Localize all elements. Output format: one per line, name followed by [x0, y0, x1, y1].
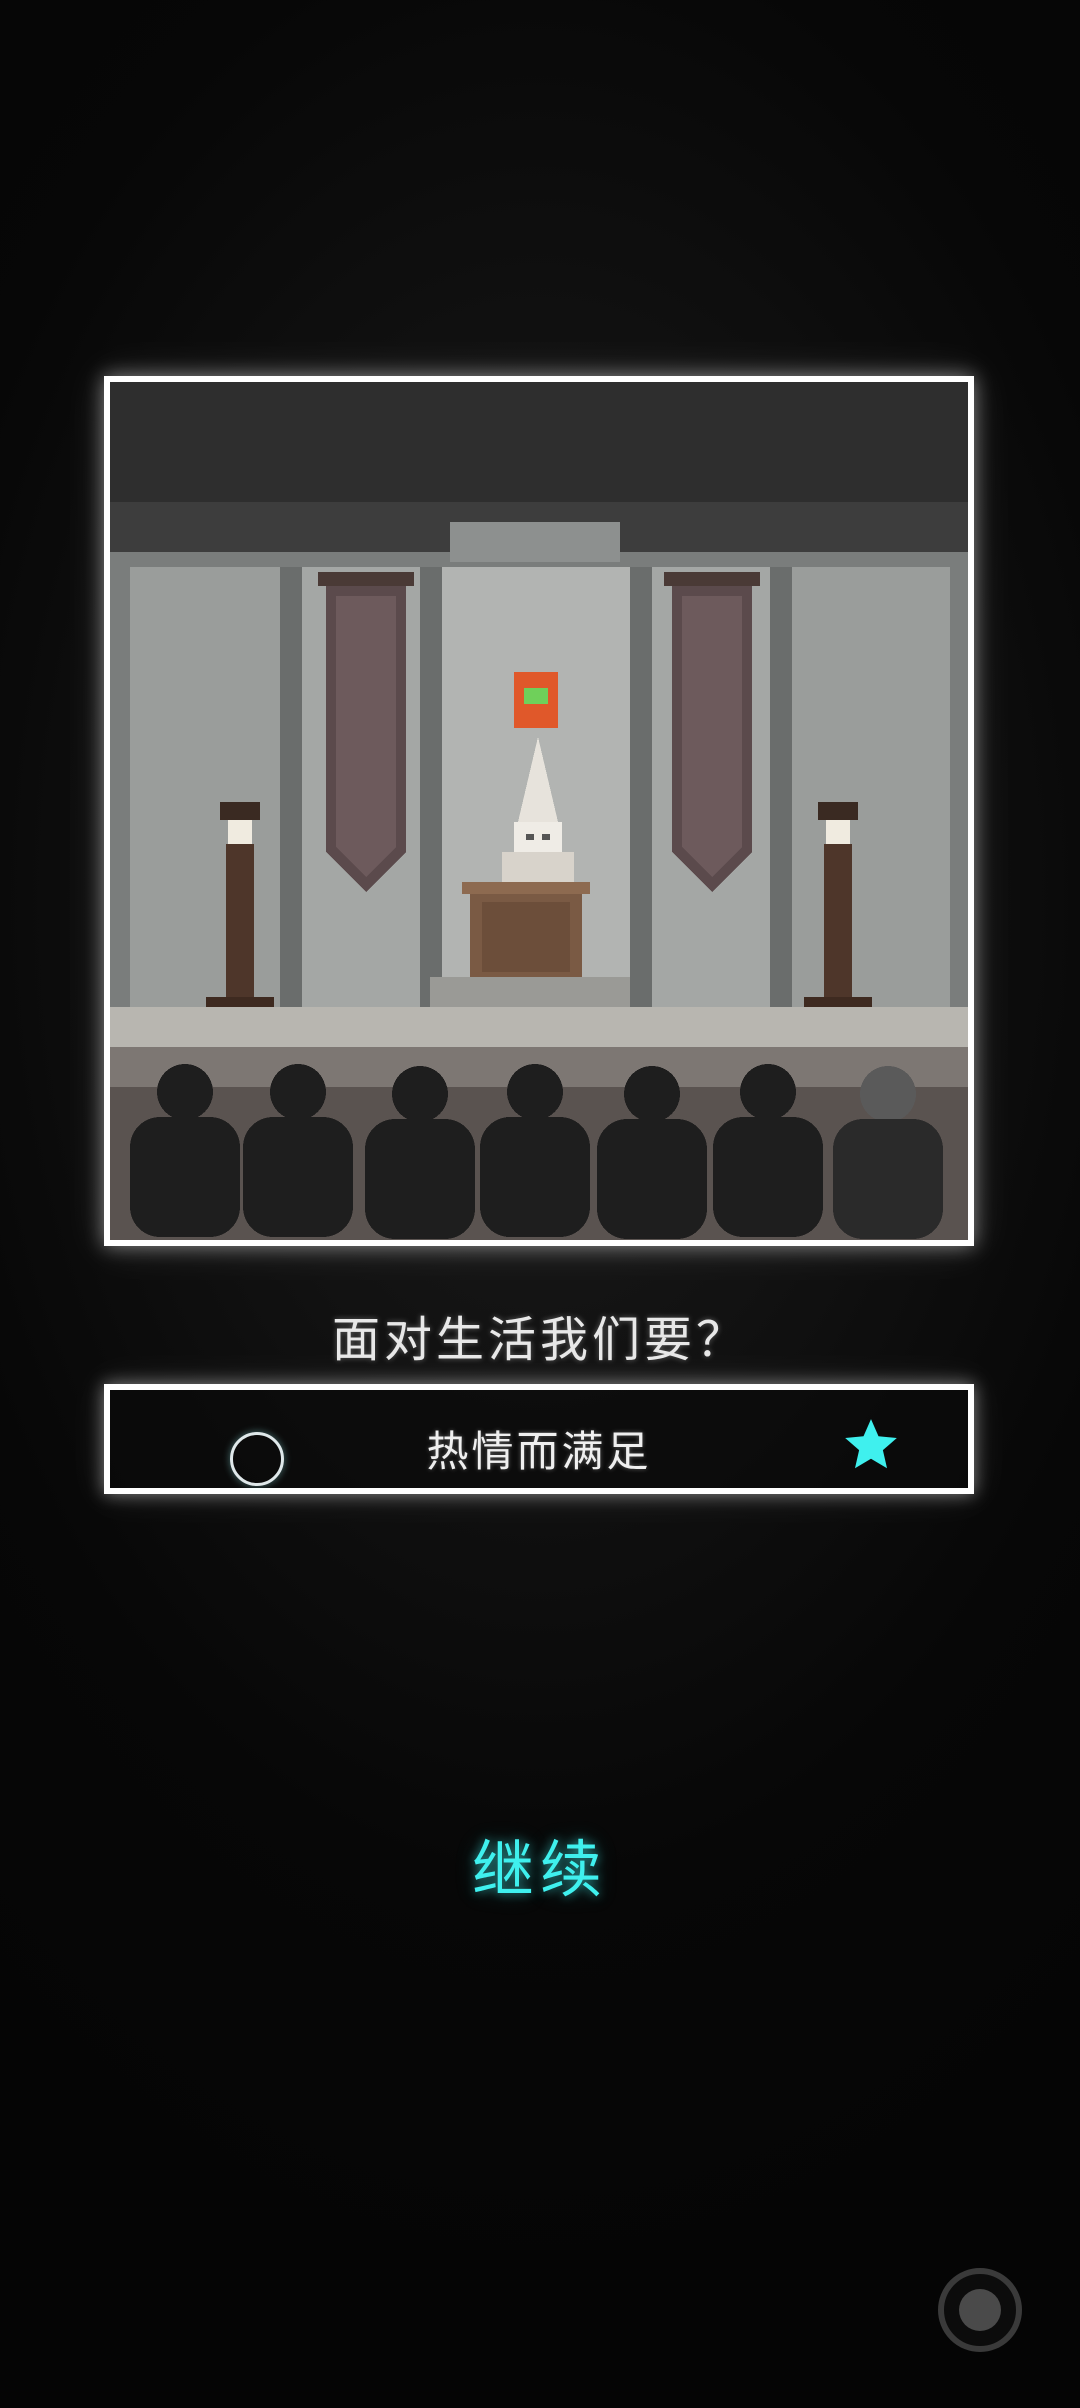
banner-right-icon [664, 572, 760, 892]
scene-illustration [104, 376, 974, 1246]
continue-button[interactable]: 继续 [390, 1820, 690, 1920]
question-text: 面对生活我们要？ [331, 1312, 748, 1368]
podium-icon [462, 882, 590, 977]
lecture-hall-scene [110, 382, 968, 1240]
sign-icon [514, 672, 558, 728]
banner-left-icon [318, 572, 414, 892]
record-button[interactable] [938, 2268, 1022, 2352]
star-icon [845, 1419, 897, 1469]
record-icon [959, 2289, 1001, 2331]
answer-option[interactable]: 热情而满足 [104, 1384, 974, 1494]
